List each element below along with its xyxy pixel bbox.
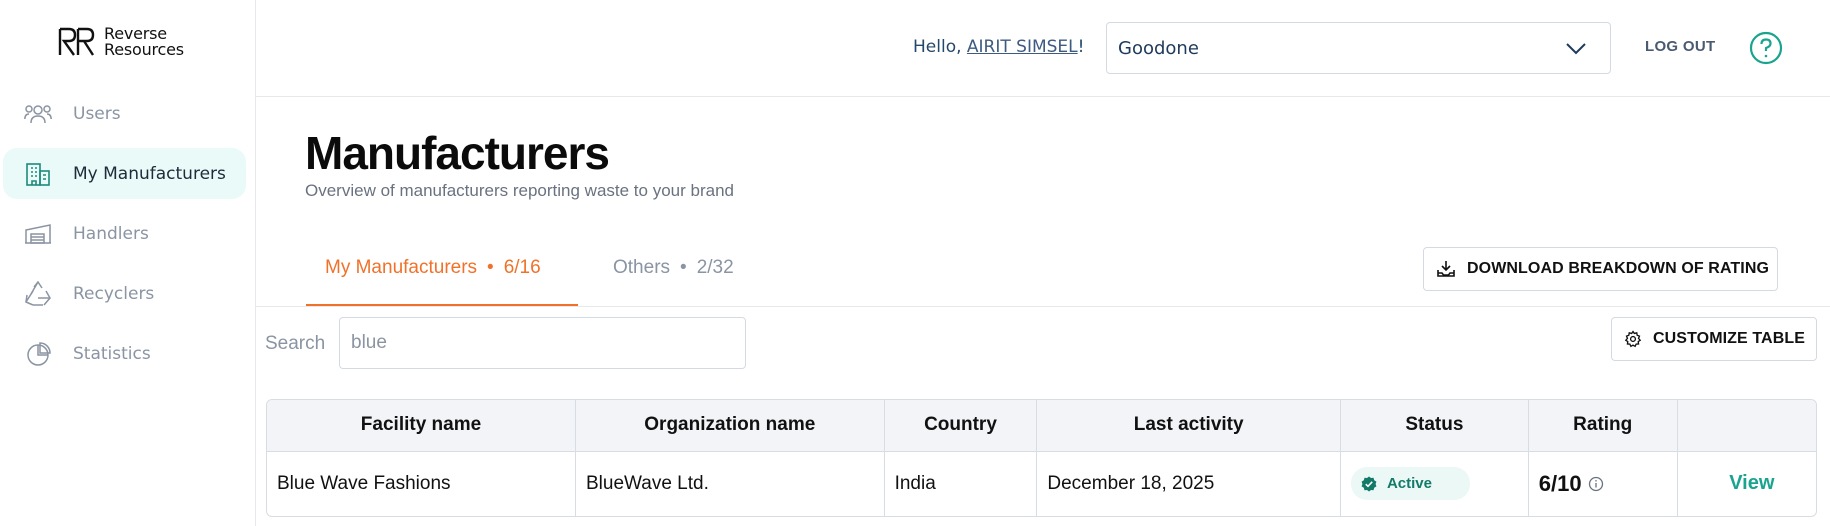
table-row[interactable]: Blue Wave Fashions BlueWave Ltd. India D… <box>267 451 1816 516</box>
info-icon[interactable] <box>1588 476 1604 492</box>
page-subtitle: Overview of manufacturers reporting wast… <box>305 181 734 200</box>
view-link[interactable]: View <box>1688 472 1816 495</box>
cell-status: Active <box>1340 451 1529 516</box>
logout-button[interactable]: LOG OUT <box>1645 38 1715 55</box>
pie-chart-icon <box>23 341 53 367</box>
cell-last-activity: December 18, 2025 <box>1036 451 1341 516</box>
check-badge-icon <box>1361 476 1377 492</box>
sidebar-item-label: Users <box>73 103 121 124</box>
column-header-last-activity[interactable]: Last activity <box>1036 400 1341 452</box>
tab-others[interactable]: Others • 2/32 <box>598 257 778 307</box>
sidebar-item-label: Recyclers <box>73 283 155 304</box>
tab-my-manufacturers[interactable]: My Manufacturers • 6/16 <box>306 257 578 307</box>
sidebar-item-users[interactable]: Users <box>3 88 246 139</box>
column-header-country[interactable]: Country <box>884 400 1038 452</box>
cell-action: View <box>1677 451 1816 516</box>
table-header-row: Facility name Organization name Country … <box>267 400 1816 452</box>
sidebar-item-statistics[interactable]: Statistics <box>3 328 246 379</box>
column-header-organization[interactable]: Organization name <box>575 400 885 452</box>
greeting: Hello, AIRIT SIMSEL! <box>913 37 1085 57</box>
brand-logo[interactable]: Reverse Resources <box>56 26 184 58</box>
sidebar-item-label: My Manufacturers <box>73 163 226 184</box>
brand-name: Reverse Resources <box>104 24 184 59</box>
users-icon <box>23 101 53 127</box>
user-name-link[interactable]: AIRIT SIMSEL <box>967 37 1078 57</box>
organization-select[interactable]: Goodone <box>1106 22 1611 74</box>
gear-icon <box>1624 330 1642 348</box>
manufacturers-table: Facility name Organization name Country … <box>266 399 1817 517</box>
help-circle-icon[interactable] <box>1749 31 1783 65</box>
sidebar-item-label: Handlers <box>73 223 149 244</box>
organization-select-value: Goodone <box>1118 37 1199 59</box>
column-header-action <box>1677 400 1816 452</box>
page-title: Manufacturers <box>305 127 610 179</box>
customize-table-button[interactable]: CUSTOMIZE TABLE <box>1611 317 1817 361</box>
sidebar-nav: Users My Manufacturers Handlers Recycler… <box>3 88 246 388</box>
sidebar: Reverse Resources Users My Manufacturers… <box>0 0 256 526</box>
building-icon <box>23 161 53 187</box>
warehouse-icon <box>23 221 53 247</box>
sidebar-item-handlers[interactable]: Handlers <box>3 208 246 259</box>
cell-facility: Blue Wave Fashions <box>267 451 576 516</box>
chevron-down-icon <box>1566 43 1586 55</box>
logo-mark-icon <box>58 27 95 56</box>
sidebar-item-label: Statistics <box>73 343 151 364</box>
rating-value: 6/10 <box>1539 471 1604 497</box>
search-input[interactable] <box>339 317 746 369</box>
search-label: Search <box>265 333 326 354</box>
cell-country: India <box>884 451 1038 516</box>
cell-organization: BlueWave Ltd. <box>575 451 885 516</box>
cell-rating: 6/10 <box>1528 451 1678 516</box>
column-header-rating[interactable]: Rating <box>1528 400 1678 452</box>
column-header-status[interactable]: Status <box>1340 400 1529 452</box>
sidebar-item-my-manufacturers[interactable]: My Manufacturers <box>3 148 246 199</box>
download-icon <box>1437 261 1455 277</box>
top-header: Hello, AIRIT SIMSEL! Goodone LOG OUT <box>256 0 1830 97</box>
download-breakdown-button[interactable]: DOWNLOAD BREAKDOWN OF RATING <box>1423 247 1778 291</box>
column-header-facility[interactable]: Facility name <box>267 400 576 452</box>
sidebar-item-recyclers[interactable]: Recyclers <box>3 268 246 319</box>
tabs-divider <box>256 306 1830 307</box>
status-badge: Active <box>1350 467 1470 501</box>
recycle-icon <box>23 280 53 307</box>
